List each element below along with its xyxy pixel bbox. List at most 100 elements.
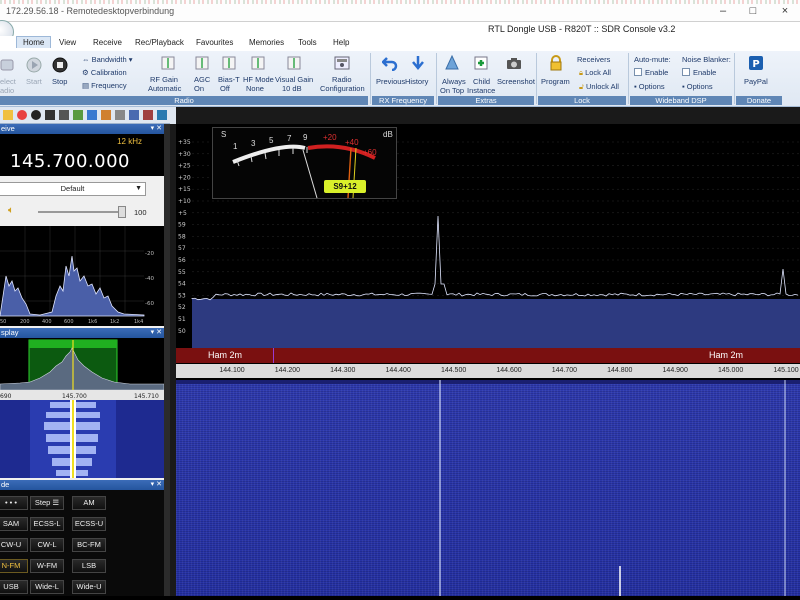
frequency-value[interactable]: 145.700.000 — [10, 151, 130, 172]
mode-button-wide-u[interactable]: Wide-U — [72, 580, 106, 594]
always-on-top-label-2[interactable]: On Top — [440, 86, 464, 95]
previous-button[interactable]: Previous — [376, 77, 405, 86]
agc-icon[interactable] — [194, 55, 210, 71]
tab-tools[interactable]: Tools — [298, 38, 317, 47]
tab-receive[interactable]: Receive — [93, 38, 122, 47]
paypal-button[interactable]: PayPal — [744, 77, 768, 86]
tab-memories[interactable]: Memories — [249, 38, 284, 47]
toolbar-pause-icon[interactable] — [59, 110, 69, 120]
always-on-top-icon[interactable] — [444, 54, 460, 71]
noise-blanker-options-button[interactable]: ▪︎ Options — [682, 82, 713, 91]
visual-gain-label[interactable]: Visual Gain — [275, 75, 313, 84]
tab-view[interactable]: View — [59, 38, 76, 47]
noise-blanker-enable-checkbox[interactable]: Enable — [682, 68, 716, 77]
hf-mode-label[interactable]: HF Mode — [243, 75, 274, 84]
radio-config-label[interactable]: Radio — [332, 75, 352, 84]
mode-button-sam[interactable]: SAM — [0, 517, 28, 531]
band-plan-bar[interactable]: Ham 2m Ham 2m — [176, 348, 800, 363]
child-instance-label[interactable]: Child — [473, 77, 490, 86]
unlock-all-button[interactable]: 🔓︎ Unlock All — [579, 82, 619, 92]
bias-t-value[interactable]: Off — [220, 84, 230, 93]
frequency-axis[interactable]: 144.100 144.200 144.300 144.400 144.500 144.6… — [176, 364, 800, 378]
mode-button-am[interactable]: AM — [72, 496, 106, 510]
stop-icon[interactable] — [52, 57, 68, 73]
hf-mode-value[interactable]: None — [246, 84, 264, 93]
rf-gain-icon[interactable] — [160, 55, 176, 71]
frequency-button[interactable]: ▤ Frequency — [82, 81, 127, 90]
toolbar-folder-icon[interactable] — [3, 110, 13, 120]
mode-button-ecss-u[interactable]: ECSS-U — [72, 517, 106, 531]
stop-button[interactable]: Stop — [52, 77, 67, 86]
minimize-button[interactable]: – — [716, 4, 730, 18]
agc-label[interactable]: AGC — [194, 75, 210, 84]
program-button[interactable]: Program — [541, 77, 570, 86]
mode-button-n-fm[interactable]: N-FM — [0, 559, 28, 573]
rf-gain-label[interactable]: RF Gain — [150, 75, 178, 84]
bias-t-icon[interactable] — [221, 55, 237, 71]
visual-gain-value[interactable]: 10 dB — [282, 84, 302, 93]
lock-all-button[interactable]: 🔒︎ Lock All — [579, 68, 611, 78]
toolbar-play-icon[interactable] — [31, 110, 41, 120]
camera-icon[interactable] — [506, 55, 522, 71]
history-button[interactable]: History — [405, 77, 428, 86]
preset-select[interactable]: Default ▼ — [0, 182, 146, 196]
left-panel-scrollbar[interactable] — [164, 124, 170, 600]
mode-button-wide-l[interactable]: Wide-L — [30, 580, 64, 594]
mode-button-usb[interactable]: USB — [0, 580, 28, 594]
tab-rec-playback[interactable]: Rec/Playback — [135, 38, 184, 47]
mode-button-cw-u[interactable]: CW-U — [0, 538, 28, 552]
tab-home[interactable]: Home — [16, 36, 52, 48]
start-icon[interactable] — [26, 57, 42, 73]
auto-mute-enable-checkbox[interactable]: Enable — [634, 68, 668, 77]
volume-slider-thumb[interactable] — [118, 206, 126, 218]
child-instance-label-2[interactable]: Instance — [467, 86, 495, 95]
mode-button-more[interactable]: • • • — [0, 496, 28, 510]
mode-button-w-fm[interactable]: W-FM — [30, 559, 64, 573]
toolbar-link-icon[interactable] — [157, 110, 167, 120]
hf-mode-icon[interactable] — [250, 55, 266, 71]
maximize-button[interactable]: □ — [746, 4, 760, 18]
tab-help[interactable]: Help — [333, 38, 349, 47]
close-button[interactable]: × — [778, 4, 792, 18]
start-button[interactable]: Start — [26, 77, 42, 86]
bias-t-label[interactable]: Bias-T — [218, 75, 240, 84]
screenshot-button[interactable]: Screenshot — [497, 77, 535, 86]
bandwidth-button[interactable]: ⇔ Bandwidth ▾ — [82, 55, 132, 64]
undo-arrow-icon[interactable] — [381, 55, 398, 72]
frequency-step[interactable]: 12 kHz — [117, 137, 142, 146]
toolbar-tools-icon[interactable] — [143, 110, 153, 120]
agc-value[interactable]: On — [194, 84, 204, 93]
select-radio-icon[interactable] — [0, 57, 16, 73]
main-spectrum-display[interactable]: +35 +30 +25 +20 +15 +10 +5 59 58 57 56 55 54 53 52 51 50… — [176, 124, 800, 600]
visual-gain-icon[interactable] — [286, 55, 302, 71]
panel-close-icon[interactable]: ▾ ✕ — [151, 328, 162, 338]
toolbar-record-icon[interactable] — [17, 110, 27, 120]
panel-close-icon[interactable]: ▾ ✕ — [151, 124, 162, 134]
toolbar-stop-icon[interactable] — [45, 110, 55, 120]
child-instance-icon[interactable] — [473, 55, 489, 71]
paypal-icon[interactable]: P — [748, 55, 764, 71]
volume-slider-track[interactable] — [38, 211, 124, 213]
mode-button-step[interactable]: Step ☰ — [30, 496, 64, 510]
radio-config-label-2[interactable]: Configuration — [320, 84, 365, 93]
waterfall-display[interactable] — [176, 380, 800, 600]
toolbar-window-icon[interactable] — [129, 110, 139, 120]
toolbar-scan-icon[interactable] — [87, 110, 97, 120]
padlock-icon[interactable] — [548, 55, 564, 71]
rf-gain-value[interactable]: Automatic — [148, 84, 181, 93]
mode-button-ecss-l[interactable]: ECSS-L — [30, 517, 64, 531]
always-on-top-label[interactable]: Always — [442, 77, 466, 86]
frequency-display[interactable]: 12 kHz 145.700.000 — [0, 134, 164, 176]
panel-close-icon[interactable]: ▾ ✕ — [151, 480, 162, 490]
speaker-icon[interactable]: 🔈︎ — [8, 205, 14, 216]
zoom-display[interactable]: 690 145.700 145.710 — [0, 338, 165, 478]
tab-favourites[interactable]: Favourites — [196, 38, 233, 47]
audio-spectrum[interactable]: -20 -40 -60 50 200 400 600 1k6 1k2 1k4 — [0, 226, 164, 326]
history-down-arrow-icon[interactable] — [410, 55, 426, 71]
toolbar-settings-icon[interactable] — [115, 110, 125, 120]
radio-config-icon[interactable] — [334, 55, 350, 71]
auto-mute-options-button[interactable]: ▪︎ Options — [634, 82, 665, 91]
mode-button-cw-l[interactable]: CW-L — [30, 538, 64, 552]
calibration-button[interactable]: ⚙ Calibration — [82, 68, 127, 77]
toolbar-audio-icon[interactable] — [101, 110, 111, 120]
